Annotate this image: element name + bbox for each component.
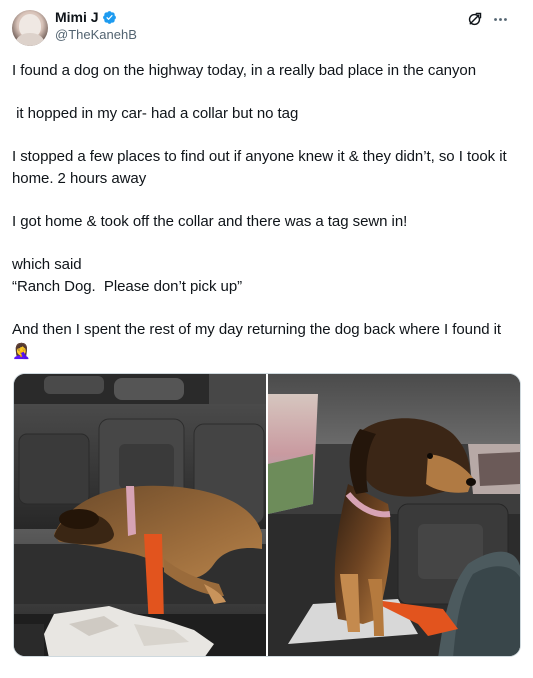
dog-lying-photo[interactable] xyxy=(14,374,266,656)
tweet-text: I found a dog on the highway today, in a… xyxy=(12,60,521,362)
verified-badge-icon xyxy=(102,10,117,25)
tweet-paragraph: which said “Ranch Dog. Please don’t pick… xyxy=(12,256,243,295)
header-actions xyxy=(465,10,509,28)
author-handle[interactable]: @TheKanehB xyxy=(55,26,521,43)
more-dots-icon[interactable] xyxy=(491,10,509,28)
tweet-header: Mimi J @TheKanehB xyxy=(12,9,521,49)
author-name[interactable]: Mimi J xyxy=(55,9,99,26)
tweet-paragraph: And then I spent the rest of my day retu… xyxy=(12,321,506,360)
tweet-paragraph: it hopped in my car- had a collar but no… xyxy=(12,105,299,123)
tweet-paragraph: I found a dog on the highway today, in a… xyxy=(12,62,476,79)
avatar[interactable] xyxy=(12,10,48,46)
author-block[interactable]: Mimi J @TheKanehB xyxy=(55,9,521,43)
grok-icon[interactable] xyxy=(465,10,483,28)
tweet-paragraph: I got home & took off the collar and the… xyxy=(12,213,408,231)
tweet-paragraph: I stopped a few places to find out if an… xyxy=(12,148,511,187)
dog-sitting-photo[interactable] xyxy=(268,374,520,656)
tweet-media[interactable] xyxy=(13,373,521,657)
